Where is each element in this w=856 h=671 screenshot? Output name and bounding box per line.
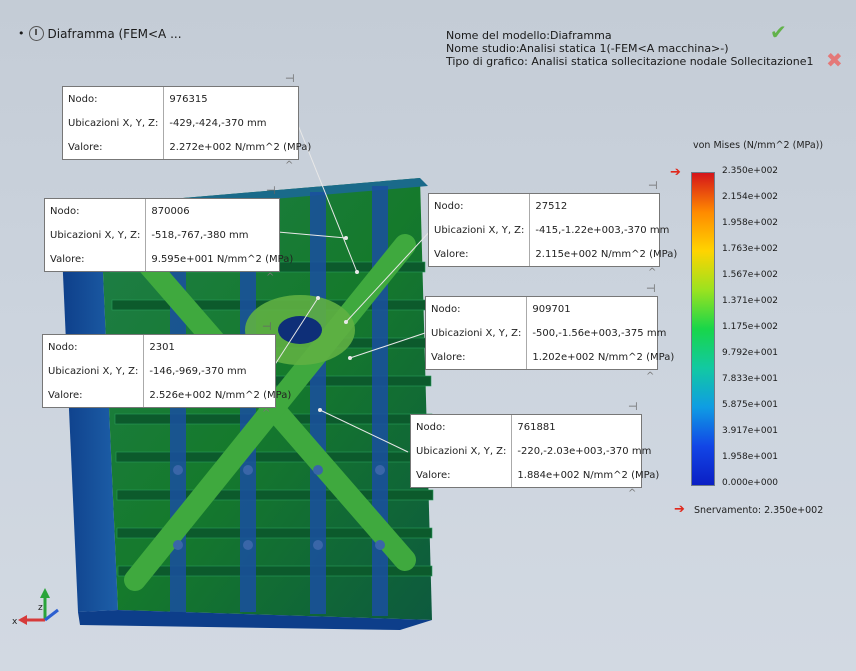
legend-tick-label: 1.763e+002 (722, 244, 779, 254)
pushpin-icon[interactable]: ⊣ (266, 184, 276, 197)
yield-note-arrow: ➔ (674, 502, 685, 517)
legend-tick-label: 1.567e+002 (722, 270, 779, 280)
model-name: Nome del modello:Diaframma (446, 29, 612, 42)
probe-location-value: -220,-2.03e+003,-370 mm (517, 445, 652, 457)
probe-stress-value: 2.526e+002 N/mm^2 (MPa) (149, 389, 292, 401)
probe-box[interactable]: Nodo: 761881 Ubicazioni X, Y, Z: -220,-2.0… (410, 414, 659, 488)
caret-up-icon[interactable]: ^ (646, 371, 654, 382)
probe-stress-value: 1.884e+002 N/mm^2 (MPa) (517, 469, 660, 481)
legend-tick-label: 1.175e+002 (722, 322, 779, 332)
caret-up-icon[interactable]: ^ (266, 272, 274, 283)
probe-node-value: 27512 (535, 200, 568, 212)
probe-value-label: Valore: (63, 135, 165, 159)
probe-location-value: -146,-969,-370 mm (149, 365, 247, 377)
probe-stress-value: 1.202e+002 N/mm^2 (MPa) (532, 351, 675, 363)
legend-tick-label: 0.000e+000 (722, 478, 779, 488)
probe-location-label: Ubicazioni X, Y, Z: (63, 111, 165, 135)
probe-box[interactable]: Nodo: 2301 Ubicazioni X, Y, Z: -146,-969,-… (42, 334, 291, 408)
legend-title: von Mises (N/mm^2 (MPa)) (693, 140, 824, 151)
probe-value-label: Valore: (429, 242, 531, 266)
probe-value-label: Valore: (43, 383, 145, 407)
pushpin-icon[interactable]: ⊣ (262, 320, 272, 333)
probe-node-value: 2301 (149, 341, 175, 353)
legend-tick-label: 1.371e+002 (722, 296, 779, 306)
probe-box[interactable]: Nodo: 27512 Ubicazioni X, Y, Z: -415,-1.22… (428, 193, 677, 267)
probe-node-value: 976315 (169, 93, 208, 105)
probe-location-label: Ubicazioni X, Y, Z: (43, 359, 145, 383)
probe-node-label: Nodo: (45, 199, 147, 223)
probe-node-label: Nodo: (63, 87, 165, 111)
pushpin-icon[interactable]: ⊣ (646, 282, 656, 295)
probe-stress-value: 9.595e+001 N/mm^2 (MPa) (151, 253, 294, 265)
probe-value-label: Valore: (426, 345, 528, 369)
probe-stress-value: 2.272e+002 N/mm^2 (MPa) (169, 141, 312, 153)
legend-tick-label: 2.154e+002 (722, 192, 779, 202)
probe-value-label: Valore: (45, 247, 147, 271)
caret-up-icon[interactable]: ^ (628, 488, 636, 499)
color-legend-bar[interactable] (691, 172, 715, 486)
triad-z-label: z (38, 603, 43, 613)
legend-tick-label: 1.958e+002 (722, 218, 779, 228)
probe-node-value: 870006 (151, 205, 190, 217)
legend-tick-label: 7.833e+001 (722, 374, 779, 384)
document-title-text: Diaframma (FEM<A ... (47, 26, 182, 41)
probe-box[interactable]: Nodo: 909701 Ubicazioni X, Y, Z: -500,-1.5… (425, 296, 674, 370)
probe-node-label: Nodo: (411, 415, 513, 439)
probe-box[interactable]: Nodo: 976315 Ubicazioni X, Y, Z: -429,-424… (62, 86, 311, 160)
probe-stress-value: 2.115e+002 N/mm^2 (MPa) (535, 248, 678, 260)
plot-info: Nome del modello:Diaframma Nome studio:A… (446, 29, 814, 68)
legend-tick-label: 2.350e+002 (722, 166, 779, 176)
probe-node-value: 909701 (532, 303, 571, 315)
yield-strength-label: Snervamento: 2.350e+002 (694, 505, 824, 516)
probe-location-value: -518,-767,-380 mm (151, 229, 249, 241)
pushpin-icon[interactable]: ⊣ (285, 72, 295, 85)
graphics-viewport[interactable]: x z • Diaframma (FEM<A ... Nome del mode… (0, 0, 856, 671)
plot-type: Tipo di grafico: Analisi statica solleci… (446, 55, 814, 68)
triad-x-label: x (12, 617, 18, 627)
pushpin-icon[interactable]: ⊣ (648, 179, 658, 192)
probe-location-label: Ubicazioni X, Y, Z: (45, 223, 147, 247)
legend-tick-label: 5.875e+001 (722, 400, 779, 410)
document-title[interactable]: • Diaframma (FEM<A ... (18, 26, 182, 41)
probe-node-label: Nodo: (429, 194, 531, 218)
probe-location-value: -415,-1.22e+003,-370 mm (535, 224, 670, 236)
part-icon (28, 26, 44, 41)
yield-marker-arrow: ➔ (670, 165, 681, 180)
legend-tick-label: 1.958e+001 (722, 452, 779, 462)
probe-location-value: -429,-424,-370 mm (169, 117, 267, 129)
probe-location-label: Ubicazioni X, Y, Z: (426, 321, 528, 345)
probe-node-label: Nodo: (426, 297, 528, 321)
checkmark-icon[interactable]: ✔ (770, 22, 787, 42)
legend-tick-label: 9.792e+001 (722, 348, 779, 358)
probe-value-label: Valore: (411, 463, 513, 487)
caret-up-icon[interactable]: ^ (262, 408, 270, 419)
probe-box[interactable]: Nodo: 870006 Ubicazioni X, Y, Z: -518,-767… (44, 198, 293, 272)
pushpin-icon[interactable]: ⊣ (628, 400, 638, 413)
probe-node-label: Nodo: (43, 335, 145, 359)
probe-location-label: Ubicazioni X, Y, Z: (429, 218, 531, 242)
caret-up-icon[interactable]: ^ (285, 160, 293, 171)
probe-location-value: -500,-1.56e+003,-375 mm (532, 327, 667, 339)
probe-location-label: Ubicazioni X, Y, Z: (411, 439, 513, 463)
close-icon[interactable]: ✖ (826, 50, 843, 70)
probe-node-value: 761881 (517, 421, 556, 433)
legend-tick-label: 3.917e+001 (722, 426, 779, 436)
caret-up-icon[interactable]: ^ (648, 267, 656, 278)
study-name: Nome studio:Analisi statica 1(-FEM<A mac… (446, 42, 729, 55)
